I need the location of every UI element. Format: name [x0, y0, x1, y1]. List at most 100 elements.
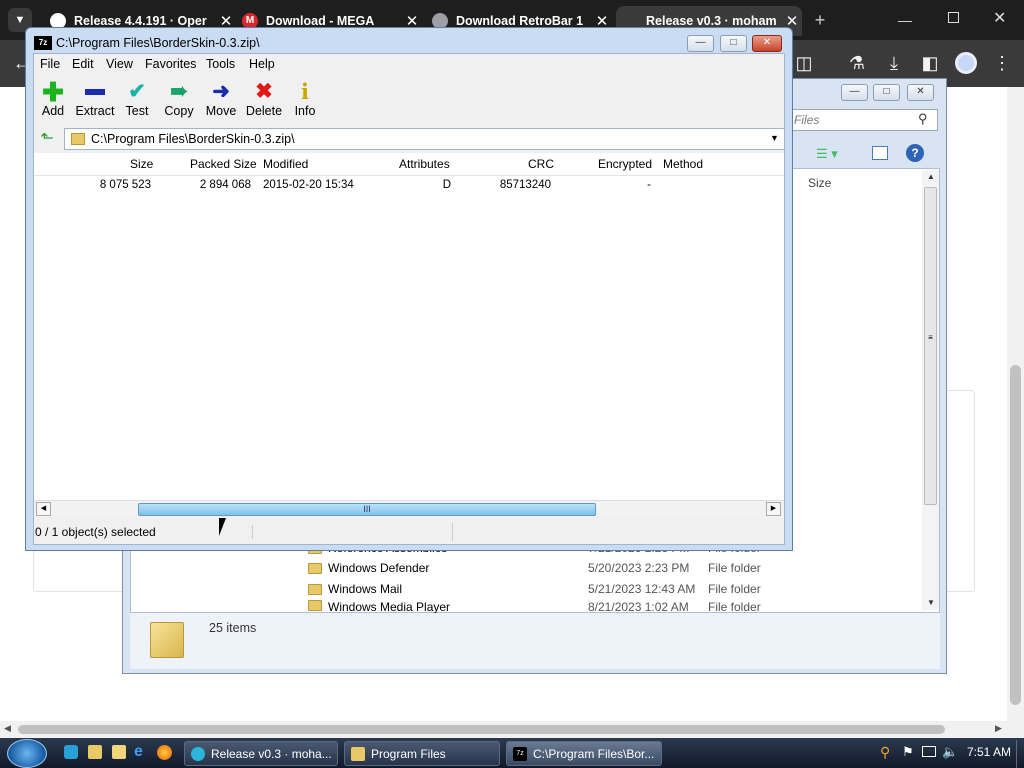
scroll-left-button[interactable]: ◀	[36, 502, 51, 516]
move-button[interactable]: ➜ Move	[200, 80, 242, 118]
folder-icon	[308, 583, 322, 595]
quicklaunch-icon[interactable]	[64, 745, 78, 759]
profile-icon[interactable]	[955, 52, 977, 74]
extensions-icon[interactable]: ◫	[790, 49, 818, 77]
test-icon: ✔	[128, 80, 146, 103]
folder-icon	[351, 746, 365, 761]
menu-view[interactable]: View	[106, 57, 133, 73]
taskbar-item-explorer[interactable]: Program Files	[344, 741, 500, 766]
explorer-close-button[interactable]: ✕	[907, 84, 934, 101]
large-folder-icon	[150, 622, 184, 658]
cell-size: 8 075 523	[99, 179, 151, 191]
test-button[interactable]: ✔ Test	[116, 80, 158, 118]
scroll-up-arrow[interactable]: ▲	[927, 172, 935, 181]
more-icon[interactable]: ⋮	[988, 49, 1016, 77]
page-hscroll-thumb[interactable]	[18, 725, 945, 734]
mouse-cursor-icon	[219, 518, 226, 536]
menu-tools[interactable]: Tools	[206, 57, 235, 73]
status-bar: 0 / 1 object(s) selected	[34, 521, 784, 543]
quicklaunch-icon[interactable]	[112, 745, 126, 759]
window-title: C:\Program Files\BorderSkin-0.3.zip\	[56, 36, 260, 50]
minimize-icon[interactable]: —	[898, 12, 912, 28]
scroll-down-arrow[interactable]: ▼	[927, 598, 935, 607]
list-item[interactable]: Windows Mail 5/21/2023 12:43 AM File fol…	[308, 579, 761, 599]
tab-title: Release 4.4.191 · Oper	[74, 14, 207, 28]
chrome-icon	[191, 746, 205, 761]
page-scroll-thumb[interactable]	[1010, 365, 1021, 705]
copy-button[interactable]: ➠ Copy	[158, 80, 200, 118]
new-tab-button[interactable]: +	[810, 8, 830, 32]
explorer-scroll-thumb[interactable]: ≡	[924, 187, 937, 505]
cell-modified: 2015-02-20 15:34	[263, 179, 354, 191]
maximize-button[interactable]: □	[720, 35, 747, 52]
address-dropdown-icon[interactable]: ▼	[770, 133, 779, 143]
scroll-right-button[interactable]: ▶	[766, 502, 781, 516]
cell-packed-size: 2 894 068	[199, 179, 251, 191]
close-button[interactable]: ✕	[752, 35, 782, 52]
menu-help[interactable]: Help	[249, 57, 275, 73]
explorer-minimize-button[interactable]: —	[841, 84, 868, 101]
cell-attributes: D	[442, 179, 451, 191]
7zip-icon: 7z	[513, 746, 527, 761]
column-header-size[interactable]: Size	[130, 157, 153, 173]
sidepanel-icon[interactable]: ◧	[916, 49, 944, 77]
list-scroll-thumb[interactable]: III	[138, 503, 596, 516]
column-header-crc[interactable]: CRC	[528, 157, 554, 173]
labs-icon[interactable]: ⚗	[843, 49, 871, 77]
column-header-method[interactable]: Method	[663, 157, 703, 173]
help-icon[interactable]: ?	[906, 144, 924, 162]
scroll-left-arrow[interactable]: ◀	[4, 723, 11, 734]
add-icon: ✚	[42, 77, 64, 107]
cell-encrypted: -	[647, 179, 651, 191]
up-folder-button[interactable]: ⬑	[37, 130, 57, 148]
tab-title: Release v0.3 · moham	[646, 14, 777, 28]
tab-title: Download - MEGA	[266, 14, 375, 28]
extract-button[interactable]: Extract	[74, 80, 116, 118]
start-button[interactable]	[7, 739, 47, 768]
view-options-icon[interactable]: ☰ ▾	[816, 146, 838, 162]
download-icon[interactable]: ⤓	[880, 49, 908, 77]
folder-icon	[308, 562, 322, 574]
taskbar-item-chrome[interactable]: Release v0.3 · moha...	[184, 741, 338, 766]
delete-button[interactable]: ✖ Delete	[243, 80, 285, 118]
column-header-packed-size[interactable]: Packed Size	[190, 157, 257, 173]
close-window-icon[interactable]: ✕	[993, 8, 1006, 28]
network-icon[interactable]	[922, 746, 936, 757]
7zip-icon: 7z	[34, 36, 52, 50]
list-item[interactable]: Windows Defender 5/20/2023 2:23 PM File …	[308, 558, 761, 578]
column-header-encrypted[interactable]: Encrypted	[598, 157, 652, 173]
taskbar-item-7zip[interactable]: 7z C:\Program Files\Bor...	[506, 741, 662, 766]
explorer-maximize-button[interactable]: □	[873, 84, 900, 101]
column-header-attributes[interactable]: Attributes	[399, 157, 450, 173]
item-count: 25 items	[209, 621, 257, 635]
list-item[interactable]: Windows Media Player 8/21/2023 1:02 AM F…	[308, 600, 761, 613]
ie-icon[interactable]: e	[134, 743, 143, 761]
info-icon: i	[301, 79, 309, 104]
add-button[interactable]: ✚ Add	[32, 77, 74, 118]
restore-icon[interactable]	[948, 12, 959, 23]
folder-icon	[71, 133, 85, 145]
explorer-search-box[interactable]: Files	[790, 109, 938, 131]
quicklaunch-icon[interactable]	[88, 745, 102, 759]
menu-edit[interactable]: Edit	[72, 57, 94, 73]
firefox-icon[interactable]	[157, 745, 172, 760]
move-icon: ➜	[212, 80, 230, 103]
flag-icon[interactable]: ⚑	[902, 744, 914, 760]
search-icon[interactable]: ⚲	[918, 111, 928, 127]
show-desktop-button[interactable]	[1016, 740, 1024, 768]
scroll-right-arrow[interactable]: ▶	[995, 723, 1002, 734]
clock[interactable]: 7:51 AM	[967, 745, 1011, 759]
address-bar[interactable]: C:\Program Files\BorderSkin-0.3.zip\	[64, 128, 785, 150]
minimize-button[interactable]: —	[687, 35, 714, 52]
column-header-modified[interactable]: Modified	[263, 157, 308, 173]
search-icon[interactable]: ⚲	[880, 744, 890, 761]
extract-icon	[74, 80, 116, 104]
preview-pane-icon[interactable]	[872, 146, 888, 160]
menu-favorites[interactable]: Favorites	[145, 57, 196, 73]
cell-crc: 85713240	[499, 179, 551, 191]
folder-icon	[308, 600, 322, 611]
menu-file[interactable]: File	[40, 57, 60, 73]
info-button[interactable]: i Info	[284, 79, 326, 119]
column-header-size[interactable]: Size	[808, 176, 831, 190]
volume-muted-icon[interactable]: 🔈	[942, 744, 958, 760]
